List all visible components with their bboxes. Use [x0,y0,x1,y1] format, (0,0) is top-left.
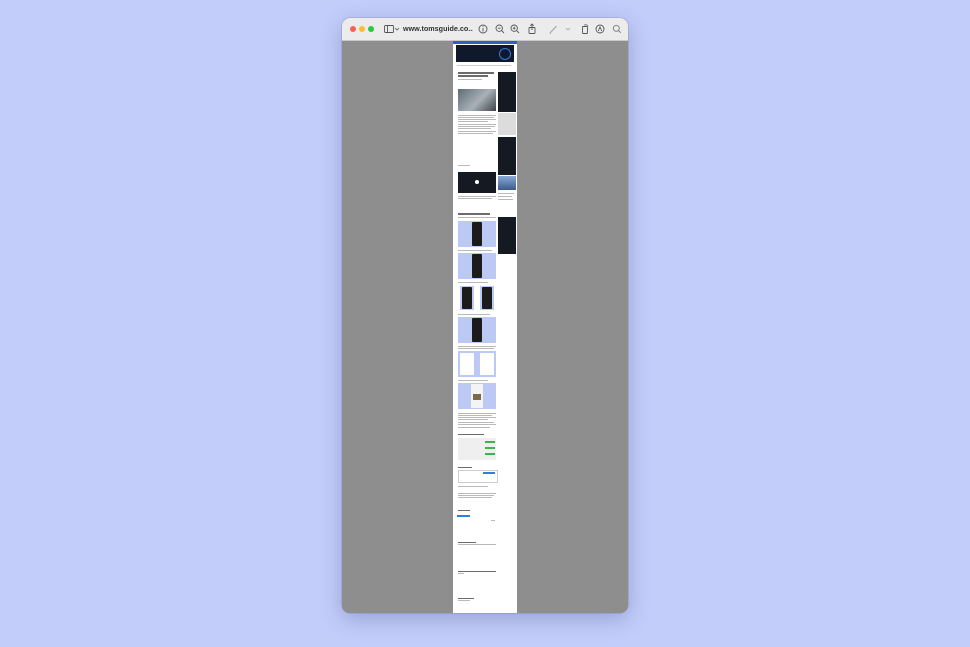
related-article-title[interactable] [458,598,474,599]
paragraph-line [458,413,496,414]
markup-pen-icon[interactable] [548,23,558,35]
paragraph-line [458,198,492,199]
sidebar-ad-phone[interactable] [498,72,516,112]
deals-heading [458,434,484,435]
zoom-out-icon[interactable] [495,23,505,35]
phone-screenshot [462,287,472,309]
paragraph-line [458,119,496,120]
article-headline [458,72,494,74]
preview-window: www.tomsguide.co... [342,18,628,613]
byline [458,79,482,80]
paragraph-line [458,419,488,420]
banner-ring-graphic [499,48,511,60]
settings-screenshot-right [480,353,494,375]
nav-bar[interactable] [457,65,511,66]
paragraph-line [458,346,496,347]
rotate-icon[interactable] [580,23,590,35]
related-article-title[interactable] [458,542,476,543]
related-article-title[interactable] [458,571,496,572]
photo-in-screenshot [473,394,481,400]
phone-screenshot [472,222,482,246]
markup-chevron-icon[interactable] [565,23,571,35]
sidebar-caption [498,199,513,200]
share-line [458,486,488,487]
related-article-line [458,600,470,601]
paragraph-line [458,217,496,218]
deal-button[interactable] [485,441,495,443]
step-text [458,380,488,381]
sidebar-caption [498,193,514,194]
newsletter-signup-button[interactable] [483,472,495,474]
comments-link[interactable] [491,520,495,521]
paragraph-line [458,424,496,425]
deal-button[interactable] [485,453,495,455]
section-heading [458,213,490,215]
paragraph-line [458,493,496,494]
paragraph-line [458,115,496,116]
related-article-line [458,544,496,545]
step-text [458,314,490,315]
site-top-bar [453,41,517,44]
paragraph-line [458,415,492,416]
hero-image [458,89,496,111]
paragraph-line [458,495,494,496]
newsletter-heading [458,467,472,468]
sidebar-icon[interactable] [384,23,394,35]
play-icon[interactable] [475,180,479,184]
paragraph-line [458,348,494,349]
sidebar-ad-phone-2[interactable] [498,137,516,175]
window-toolbar: www.tomsguide.co... [342,18,628,41]
paragraph-line [458,133,493,134]
chevron-down-icon[interactable] [394,23,400,35]
search-icon[interactable] [612,23,622,35]
annotate-icon[interactable] [595,23,605,35]
info-icon[interactable] [478,23,488,35]
caption-line [458,165,470,166]
zoom-button[interactable] [368,26,374,32]
paragraph-line [458,121,488,122]
sidebar-thumbnail[interactable] [498,176,516,190]
paragraph-line [458,128,491,129]
share-icon[interactable] [527,23,537,35]
paragraph-line [458,126,495,127]
comments-button[interactable] [457,515,470,517]
comments-heading [458,510,470,511]
related-article-line [458,573,464,574]
window-title: www.tomsguide.co... [403,24,473,33]
step-text [458,282,488,283]
paragraph-line [458,427,490,428]
sidebar-ad-placeholder [498,113,516,135]
minimize-button[interactable] [359,26,365,32]
phone-screenshot [482,287,492,309]
step-text [458,250,492,251]
document-viewer[interactable] [342,41,628,613]
paragraph-line [458,124,496,125]
settings-screenshot-left [460,353,474,375]
sidebar-ad-phone-3[interactable] [498,217,516,254]
paragraph-line [458,196,496,197]
phone-screenshot [472,254,482,278]
close-button[interactable] [350,26,356,32]
phone-screenshot [472,318,482,342]
paragraph-line [458,117,494,118]
paragraph-line [458,131,496,132]
sidebar-caption [498,196,512,197]
article-headline-line2 [458,75,488,77]
zoom-in-icon[interactable] [510,23,520,35]
paragraph-line [458,417,496,418]
paragraph-line [458,497,492,498]
deal-button[interactable] [485,447,495,449]
webpage-capture[interactable] [453,41,517,613]
paragraph-line [458,422,494,423]
